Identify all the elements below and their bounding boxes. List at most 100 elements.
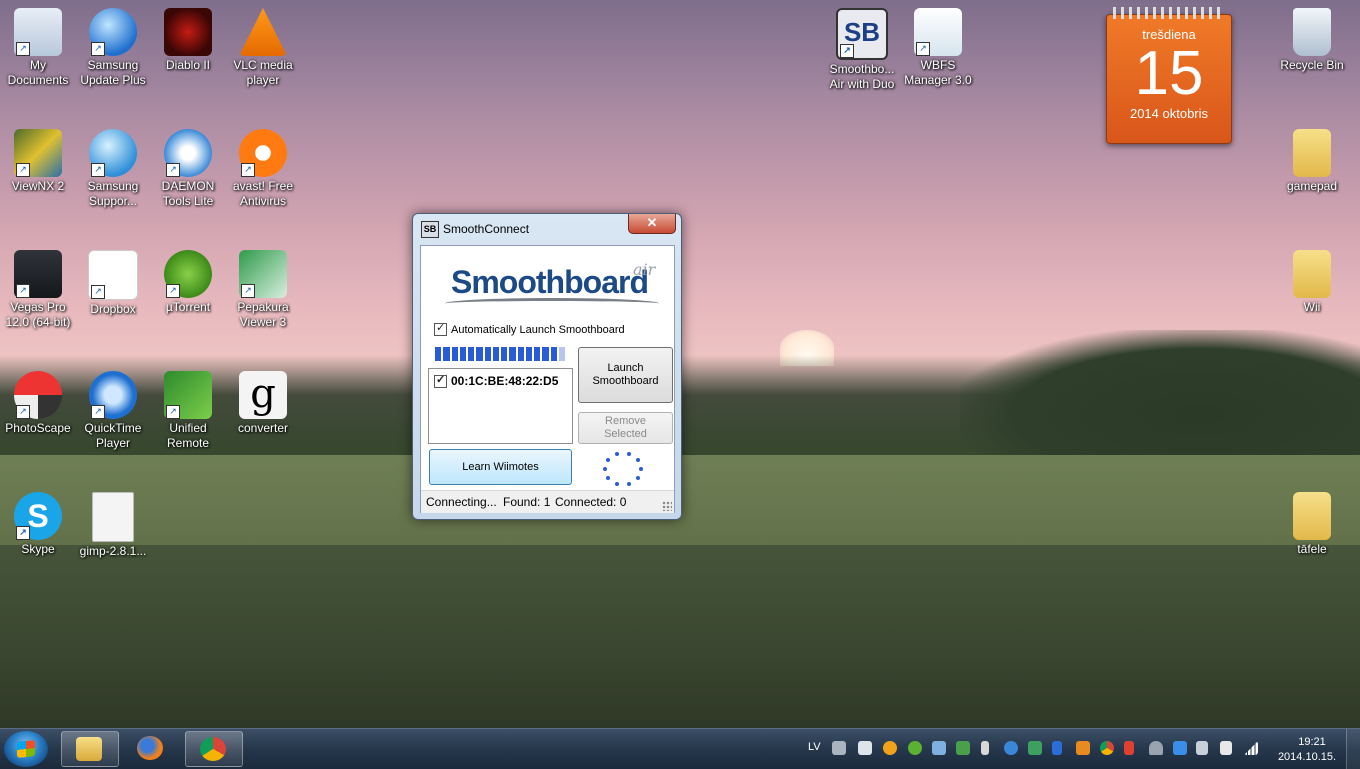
progress-segment	[558, 347, 565, 361]
network-app-tray-icon[interactable]	[932, 741, 946, 755]
progress-segment	[484, 347, 491, 361]
trees	[960, 330, 1360, 470]
recycle-bin-icon	[1293, 8, 1331, 56]
security-tray-icon[interactable]	[956, 741, 970, 755]
progress-segment	[517, 347, 524, 361]
taskbar-chrome-button[interactable]	[185, 731, 243, 767]
window-titlebar[interactable]: SB SmoothConnect ✕	[413, 214, 681, 244]
desktop-icon-viewnx-2[interactable]: ↗ ViewNX 2	[0, 123, 76, 194]
spinner-dot	[606, 457, 611, 462]
samsung-support-icon: ↗	[89, 129, 137, 177]
checkbox-checked-icon[interactable]	[434, 321, 447, 336]
desktop-icon-dropbox[interactable]: ↗ Dropbox	[75, 244, 151, 317]
launch-smoothboard-button[interactable]: Launch Smoothboard	[578, 347, 673, 403]
learn-wiimotes-button[interactable]: Learn Wiimotes	[429, 449, 572, 485]
speaker-muted-icon[interactable]	[1124, 741, 1134, 755]
progress-segment	[451, 347, 458, 361]
folder-icon	[1293, 129, 1331, 177]
chrome-tray-icon[interactable]	[1100, 741, 1114, 755]
desktop-icon-my-documents[interactable]: ↗ My Documents	[0, 2, 76, 88]
spinner-dot	[635, 457, 640, 462]
status-state: Connecting...	[426, 495, 497, 509]
avast-tray-icon[interactable]	[883, 741, 897, 755]
desktop-icon-skype[interactable]: S ↗ Skype	[0, 486, 76, 557]
progress-segment	[435, 347, 442, 361]
device-list[interactable]: 00:1C:BE:48:22:D5	[428, 368, 573, 444]
desktop-icon-avast-free-antivirus[interactable]: ↗ avast! Free Antivirus	[225, 123, 301, 209]
converter-icon: g	[239, 371, 287, 419]
desktop-icon-utorrent[interactable]: ↗ µTorrent	[150, 244, 226, 315]
progress-segment	[534, 347, 541, 361]
documents-icon: ↗	[14, 8, 62, 56]
status-bar: Connecting... Found: 1 Connected: 0	[421, 490, 674, 513]
desktop-icon-diablo-ii[interactable]: Diablo II	[150, 2, 226, 73]
clock-time[interactable]: 19:21	[1282, 736, 1342, 748]
show-desktop-button[interactable]	[1346, 729, 1360, 769]
photoscape-icon: ↗	[14, 371, 62, 419]
viewnx-icon: ↗	[14, 129, 62, 177]
desktop-icon-folder-wii[interactable]: Wii	[1274, 244, 1350, 315]
desktop-icon-samsung-support[interactable]: ↗ Samsung Suppor...	[75, 123, 151, 209]
smoothboard-icon: SB	[421, 221, 439, 238]
desktop-icon-folder-tafele[interactable]: tāfele	[1274, 486, 1350, 557]
taskbar-explorer-button[interactable]	[61, 731, 119, 767]
language-indicator[interactable]: LV	[808, 741, 821, 753]
desktop-icon-unified-remote[interactable]: ↗ Unified Remote	[150, 365, 226, 451]
device-list-item[interactable]: 00:1C:BE:48:22:D5	[434, 373, 558, 388]
desktop-icon-smoothboard-air[interactable]: SB ↗ Smoothbo... Air with Duo	[824, 2, 900, 92]
wbfs-icon: ↗	[914, 8, 962, 56]
auto-launch-checkbox[interactable]: Automatically Launch Smoothboard	[434, 321, 625, 336]
desktop-icon-converter[interactable]: g converter	[225, 365, 301, 436]
clock-date[interactable]: 2014.10.15.	[1272, 751, 1342, 763]
resize-grip-icon[interactable]	[662, 501, 672, 511]
volume-icon[interactable]	[1196, 741, 1208, 755]
meadow	[0, 545, 1360, 728]
keyboard-icon[interactable]	[832, 741, 846, 755]
desktop-icon-folder-gamepad[interactable]: gamepad	[1274, 123, 1350, 194]
action-center-flag-icon[interactable]	[1220, 741, 1232, 755]
taskbar-firefox-button[interactable]	[123, 731, 179, 765]
sync-tray-icon[interactable]	[1028, 741, 1042, 755]
desktop-icon-quicktime-player[interactable]: ↗ QuickTime Player	[75, 365, 151, 451]
spinner-dot	[603, 467, 607, 471]
chrome-icon	[200, 737, 226, 761]
bluetooth-icon[interactable]	[1052, 741, 1062, 755]
desktop-icon-vlc-media-player[interactable]: VLC media player	[225, 2, 301, 88]
folder-icon	[1293, 492, 1331, 540]
desktop-icon-wbfs-manager[interactable]: ↗ WBFS Manager 3.0	[900, 2, 976, 88]
desktop-icon-gimp-torrent[interactable]: gimp-2.8.1...	[75, 486, 151, 559]
explorer-icon	[76, 737, 102, 761]
smoothboard-icon: SB ↗	[836, 8, 888, 60]
folder-icon	[1293, 250, 1331, 298]
progress-segment	[509, 347, 516, 361]
vlc-cone-icon	[239, 8, 287, 56]
smoothboard-tray-icon[interactable]	[858, 741, 872, 755]
desktop-icon-vegas-pro[interactable]: ↗ Vegas Pro 12.0 (64-bit)	[0, 244, 76, 330]
daemon-tray-icon[interactable]	[1004, 741, 1018, 755]
checkbox-checked-icon[interactable]	[434, 373, 447, 388]
calendar-gadget[interactable]: trešdiena 15 2014 oktobris	[1106, 7, 1232, 144]
desktop-icon-recycle-bin[interactable]: Recycle Bin	[1274, 2, 1350, 73]
avast-icon: ↗	[239, 129, 287, 177]
progress-segment	[476, 347, 483, 361]
updater-tray-icon[interactable]	[1076, 741, 1090, 755]
desktop-icon-daemon-tools-lite[interactable]: ↗ DAEMON Tools Lite	[150, 123, 226, 209]
utorrent-tray-icon[interactable]	[908, 741, 922, 755]
globe-update-icon: ↗	[89, 8, 137, 56]
notification-bell-icon[interactable]	[1149, 741, 1163, 755]
dropbox-tray-icon[interactable]	[1173, 741, 1187, 755]
logo-text: Smoothboard	[451, 264, 649, 300]
start-button[interactable]	[4, 731, 48, 767]
desktop-icon-samsung-update-plus[interactable]: ↗ Samsung Update Plus	[75, 2, 151, 88]
spinner-dot	[606, 476, 611, 481]
desktop-icon-photoscape[interactable]: ↗ PhotoScape	[0, 365, 76, 436]
status-found: Found: 1	[503, 495, 551, 509]
connection-progress-bar	[435, 347, 565, 361]
desktop-icon-pepakura-viewer[interactable]: ↗ Pepakura Viewer 3	[225, 244, 301, 330]
close-button[interactable]: ✕	[628, 214, 676, 234]
battery-icon[interactable]	[981, 741, 989, 755]
smoothconnect-window[interactable]: SB SmoothConnect ✕ Smoothboard air Autom…	[412, 213, 682, 520]
status-connected: Connected: 0	[555, 495, 627, 509]
remove-selected-button[interactable]: Remove Selected	[578, 412, 673, 444]
signal-strength-icon[interactable]	[1244, 741, 1258, 755]
